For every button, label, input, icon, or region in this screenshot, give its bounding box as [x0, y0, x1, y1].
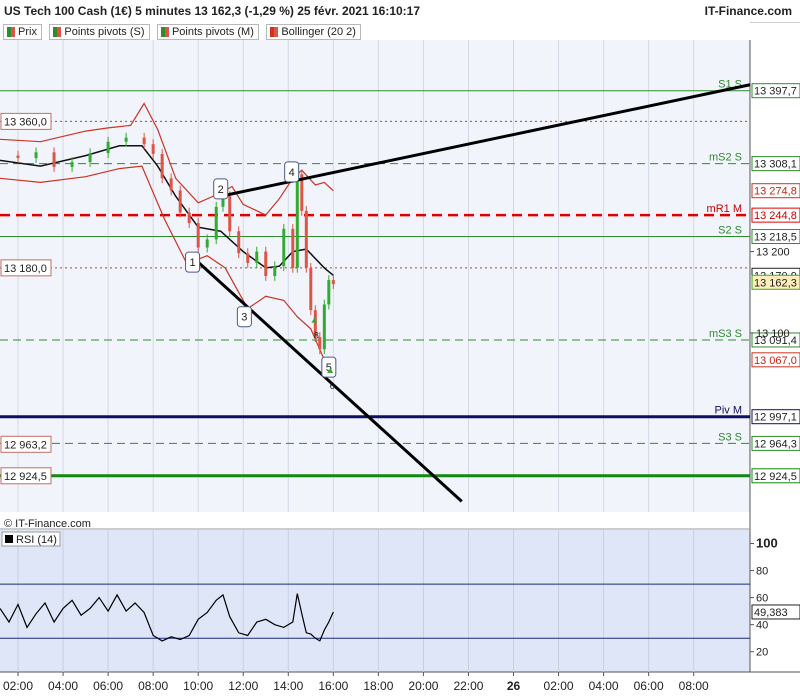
- time-tick-label: 10:00: [183, 679, 213, 693]
- rsi-tick-label: 20: [756, 647, 768, 659]
- candle-body: [52, 152, 56, 167]
- time-tick-label: 16:00: [318, 679, 348, 693]
- candle-body: [178, 190, 182, 213]
- time-tick-label: 06:00: [634, 679, 664, 693]
- candle-body: [273, 266, 277, 276]
- pivot-level-label: S3 S: [718, 431, 742, 443]
- pivot-level-label: mR1 M: [707, 203, 742, 215]
- price-tick-label: 13 100: [756, 328, 790, 340]
- price-plot-background: [0, 40, 750, 512]
- price-tick-label: 13 200: [756, 247, 790, 259]
- candle-body: [106, 141, 110, 154]
- level-value-label: 12 924,5: [754, 471, 797, 483]
- signal-label: 6: [330, 381, 335, 391]
- candle-body: [70, 162, 74, 167]
- rsi-watermark: © IT-Finance.com: [4, 518, 91, 530]
- candle-body: [88, 153, 92, 163]
- candle-body: [205, 239, 209, 248]
- left-level-label: 12 924,5: [4, 471, 47, 483]
- wave-label: 1: [190, 257, 196, 269]
- time-tick-label: 04:00: [589, 679, 619, 693]
- time-tick-label: 04:00: [48, 679, 78, 693]
- bollinger-value-label: 13 067,0: [754, 355, 797, 367]
- candle-body: [291, 228, 295, 268]
- candle-body: [327, 280, 331, 305]
- pivot-level-label: Piv M: [715, 405, 743, 417]
- candle-body: [282, 228, 286, 267]
- candle-body: [34, 152, 38, 158]
- rsi-tick-label: 100: [756, 536, 778, 551]
- wave-label: 3: [241, 312, 247, 324]
- candle-body: [237, 231, 241, 254]
- rsi-legend-swatch: [5, 535, 13, 543]
- pivot-level-label: mS3 S: [709, 328, 742, 340]
- current-price-label: 13 162,3: [754, 277, 797, 289]
- rsi-value-label: 49,383: [754, 607, 788, 619]
- pivot-level-label: mS2 S: [709, 152, 742, 164]
- time-tick-label: 02:00: [544, 679, 574, 693]
- time-tick-label: 18:00: [363, 679, 393, 693]
- candle-body: [246, 253, 250, 263]
- candle-body: [228, 196, 232, 232]
- candle-body: [196, 223, 200, 248]
- rsi-tick-label: 60: [756, 593, 768, 605]
- candle-body: [322, 304, 326, 350]
- level-value-label: 13 308,1: [754, 159, 797, 171]
- level-value-label: 13 218,5: [754, 232, 797, 244]
- candle-body: [331, 280, 335, 285]
- candle-body: [304, 210, 308, 268]
- time-tick-label: 22:00: [453, 679, 483, 693]
- candle-body: [151, 144, 155, 154]
- candle-body: [16, 155, 20, 158]
- candle-body: [160, 153, 164, 179]
- level-value-label: 13 244,8: [754, 210, 797, 222]
- level-value-label: 12 964,3: [754, 438, 797, 450]
- candle-body: [169, 178, 173, 191]
- level-value-label: 13 397,7: [754, 86, 797, 98]
- time-tick-label: 08:00: [138, 679, 168, 693]
- time-tick-label: 14:00: [273, 679, 303, 693]
- rsi-plot-background: [0, 530, 750, 672]
- time-tick-label: 12:00: [228, 679, 258, 693]
- wave-label: 2: [218, 184, 224, 196]
- time-tick-label: 02:00: [3, 679, 33, 693]
- rsi-tick-label: 80: [756, 566, 768, 578]
- pivot-level-label: S2 S: [718, 225, 742, 237]
- candle-body: [255, 251, 259, 263]
- candle-body: [187, 212, 191, 224]
- time-tick-label: 08:00: [679, 679, 709, 693]
- wave-label: 4: [289, 167, 295, 179]
- candle-body: [142, 137, 146, 145]
- time-tick-label: 06:00: [93, 679, 123, 693]
- signal-label: 8: [314, 331, 319, 341]
- left-level-label: 13 180,0: [4, 263, 47, 275]
- time-tick-label: 20:00: [408, 679, 438, 693]
- candle-body: [295, 174, 299, 268]
- level-value-label: 12 997,1: [754, 412, 797, 424]
- candle-body: [214, 206, 218, 240]
- price-and-rsi-chart[interactable]: 02:00 04:00 06:00 08:00 10:00 12:00 14:00 16:00…: [0, 0, 800, 700]
- candle-body: [124, 137, 128, 142]
- bollinger-value-label: 13 274,8: [754, 186, 797, 198]
- chart-window: US Tech 100 Cash (1€) 5 minutes 13 162,3…: [0, 0, 800, 700]
- left-level-label: 13 360,0: [4, 116, 47, 128]
- rsi-legend-label: RSI (14): [16, 534, 57, 546]
- rsi-tick-label: 40: [756, 620, 768, 632]
- candle-body: [309, 267, 313, 311]
- time-tick-label: 26: [507, 679, 521, 693]
- candle-body: [264, 251, 268, 276]
- left-level-label: 12 963,2: [4, 439, 47, 451]
